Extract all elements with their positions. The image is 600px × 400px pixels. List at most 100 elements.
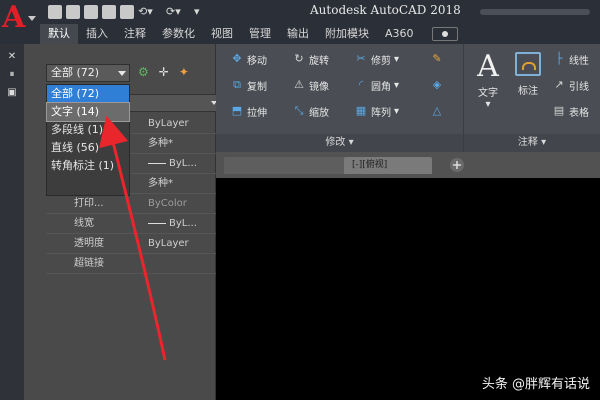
trim-icon: ✂ xyxy=(356,52,366,65)
object-type-select[interactable]: 全部 (72) xyxy=(46,64,130,82)
more-icon[interactable]: ▾ xyxy=(194,5,218,19)
scale-button[interactable]: ⤡ 缩放 xyxy=(292,102,329,120)
file-tab-label: [-][俯视] xyxy=(352,160,388,170)
tab-view[interactable]: 视图 xyxy=(203,24,241,44)
mirror-button[interactable]: ⚠ 镜像 xyxy=(292,76,329,94)
open-icon[interactable] xyxy=(66,5,80,19)
offset-icon: △ xyxy=(432,104,442,117)
save-icon[interactable] xyxy=(84,5,98,19)
property-row[interactable]: 超链接 xyxy=(46,254,224,274)
copy-label: 复制 xyxy=(247,81,267,93)
property-value-text: ByL... xyxy=(169,218,197,229)
ribbon-options-button[interactable] xyxy=(431,27,458,41)
dropdown-option-polyline[interactable]: 多段线 (1) xyxy=(47,121,129,139)
palette-toolbar: ⚙ ✛ ✦ xyxy=(138,65,189,79)
trim-label: 修剪 xyxy=(371,55,391,67)
object-type-dropdown: 全部 (72) 文字 (14) 多段线 (1) 直线 (56) 转角标注 (1) xyxy=(46,84,130,196)
new-tab-button[interactable] xyxy=(449,157,465,177)
annotation-panel-title[interactable]: 注释 ▾ xyxy=(464,134,600,152)
trim-button[interactable]: ✂ 修剪 ▾ xyxy=(354,50,399,68)
title-bar: ⟲▾ ⟳▾ ▾ Autodesk AutoCAD 2018 xyxy=(0,0,600,24)
move-icon: ✥ xyxy=(232,52,242,65)
properties-palette: 全部 (72) ⚙ ✛ ✦ ByLayer 多种* ByL... 多种* 打印.… xyxy=(24,44,224,400)
dimension-icon xyxy=(515,52,541,76)
rotate-button[interactable]: ↻ 旋转 xyxy=(292,50,329,68)
chevron-down-icon: ▾ xyxy=(394,79,400,91)
rotate-label: 旋转 xyxy=(309,55,329,67)
linear-icon: ├ xyxy=(555,52,563,65)
property-value-text: ByL... xyxy=(169,158,197,169)
title-blur xyxy=(480,9,590,15)
new-icon[interactable] xyxy=(48,5,62,19)
palette-title-strip: ✕ ⏸ ▣ xyxy=(0,44,24,400)
watermark: 头条 @胖辉有话说 xyxy=(481,377,590,392)
autocad-window: ⟲▾ ⟳▾ ▾ Autodesk AutoCAD 2018 A 默认 插入 注释… xyxy=(0,0,600,400)
erase-button[interactable]: ✎ xyxy=(430,50,444,68)
tab-a360[interactable]: A360 xyxy=(377,24,422,44)
dropdown-option-line[interactable]: 直线 (56) xyxy=(47,139,129,157)
properties-icon[interactable]: ▣ xyxy=(7,88,17,98)
undo-icon[interactable]: ⟲▾ xyxy=(138,5,162,19)
property-value: ByLayer xyxy=(148,118,189,129)
application-menu-button[interactable]: A xyxy=(0,0,40,44)
fillet-button[interactable]: ◜ 圆角 ▾ xyxy=(354,76,399,94)
chevron-down-icon xyxy=(28,16,36,21)
text-button[interactable]: A 文字 ▾ xyxy=(470,50,506,111)
chevron-down-icon: ▾ xyxy=(485,99,491,110)
fillet-icon: ◜ xyxy=(358,78,364,91)
leader-label: 引线 xyxy=(569,81,589,93)
property-label: 线宽 xyxy=(74,218,94,229)
linear-button[interactable]: ├ 线性 xyxy=(552,50,589,68)
tab-insert[interactable]: 插入 xyxy=(78,24,116,44)
table-icon: ▤ xyxy=(553,104,565,117)
offset-button[interactable]: △ xyxy=(430,102,444,120)
rotate-icon: ↻ xyxy=(294,52,304,65)
print-icon[interactable] xyxy=(120,5,134,19)
dimension-button[interactable]: 标注 xyxy=(510,50,546,97)
array-button[interactable]: ▦ 阵列 ▾ xyxy=(354,102,399,120)
copy-button[interactable]: ⧉ 复制 xyxy=(230,76,267,94)
text-label: 文字 xyxy=(478,88,498,99)
dropdown-option-text[interactable]: 文字 (14) xyxy=(46,102,130,122)
autocad-logo-icon: A xyxy=(2,0,26,35)
close-icon[interactable]: ✕ xyxy=(7,52,17,62)
add-icon xyxy=(450,158,464,172)
saveas-icon[interactable] xyxy=(102,5,116,19)
redo-icon[interactable]: ⟳▾ xyxy=(166,5,190,19)
mirror-label: 镜像 xyxy=(309,81,329,93)
property-value-lineweight: ByL... xyxy=(148,214,197,234)
modify-panel-title-text: 修改 xyxy=(325,137,346,148)
dropdown-option-all[interactable]: 全部 (72) xyxy=(47,85,129,103)
leader-button[interactable]: ↗ 引线 xyxy=(552,76,589,94)
property-value: ByLayer xyxy=(148,238,189,249)
quick-select-icon[interactable]: ⚙ xyxy=(138,65,149,79)
move-button[interactable]: ✥ 移动 xyxy=(230,50,267,68)
dropdown-option-rotated-dim[interactable]: 转角标注 (1) xyxy=(47,157,129,175)
property-row[interactable]: 线宽 ByL... xyxy=(46,214,224,234)
tab-output[interactable]: 输出 xyxy=(279,24,317,44)
tab-parametric[interactable]: 参数化 xyxy=(154,24,203,44)
tab-annotate[interactable]: 注释 xyxy=(116,24,154,44)
scale-icon: ⤡ xyxy=(294,104,304,117)
file-tab-active[interactable]: [-][俯视] xyxy=(344,157,432,174)
annotation-panel: A 文字 ▾ 标注 ├ 线性 ↗ 引线 ▤ 表格 注释 ▾ xyxy=(464,44,600,152)
tab-manage[interactable]: 管理 xyxy=(241,24,279,44)
quick-access-toolbar: ⟲▾ ⟳▾ ▾ xyxy=(48,4,218,20)
layer-select[interactable] xyxy=(124,94,224,112)
table-button[interactable]: ▤ 表格 xyxy=(552,102,589,120)
property-row[interactable]: 透明度 ByLayer xyxy=(46,234,224,254)
toggle-pickadd-icon[interactable]: ✦ xyxy=(179,65,189,79)
explode-button[interactable]: ◈ xyxy=(430,76,444,94)
modify-panel-title[interactable]: 修改 ▾ xyxy=(216,134,463,152)
array-label: 阵列 xyxy=(371,107,391,119)
select-objects-icon[interactable]: ✛ xyxy=(159,65,169,79)
property-row[interactable]: 打印... ByColor xyxy=(46,194,224,214)
drawing-canvas[interactable] xyxy=(216,178,600,400)
tab-addins[interactable]: 附加模块 xyxy=(317,24,377,44)
autohide-icon[interactable]: ⏸ xyxy=(7,70,17,80)
table-label: 表格 xyxy=(569,107,589,119)
tab-home[interactable]: 默认 xyxy=(40,24,78,44)
property-value: 多种* xyxy=(148,178,173,189)
stretch-button[interactable]: ⬒ 拉伸 xyxy=(230,102,267,120)
lineweight-sample xyxy=(148,222,166,224)
